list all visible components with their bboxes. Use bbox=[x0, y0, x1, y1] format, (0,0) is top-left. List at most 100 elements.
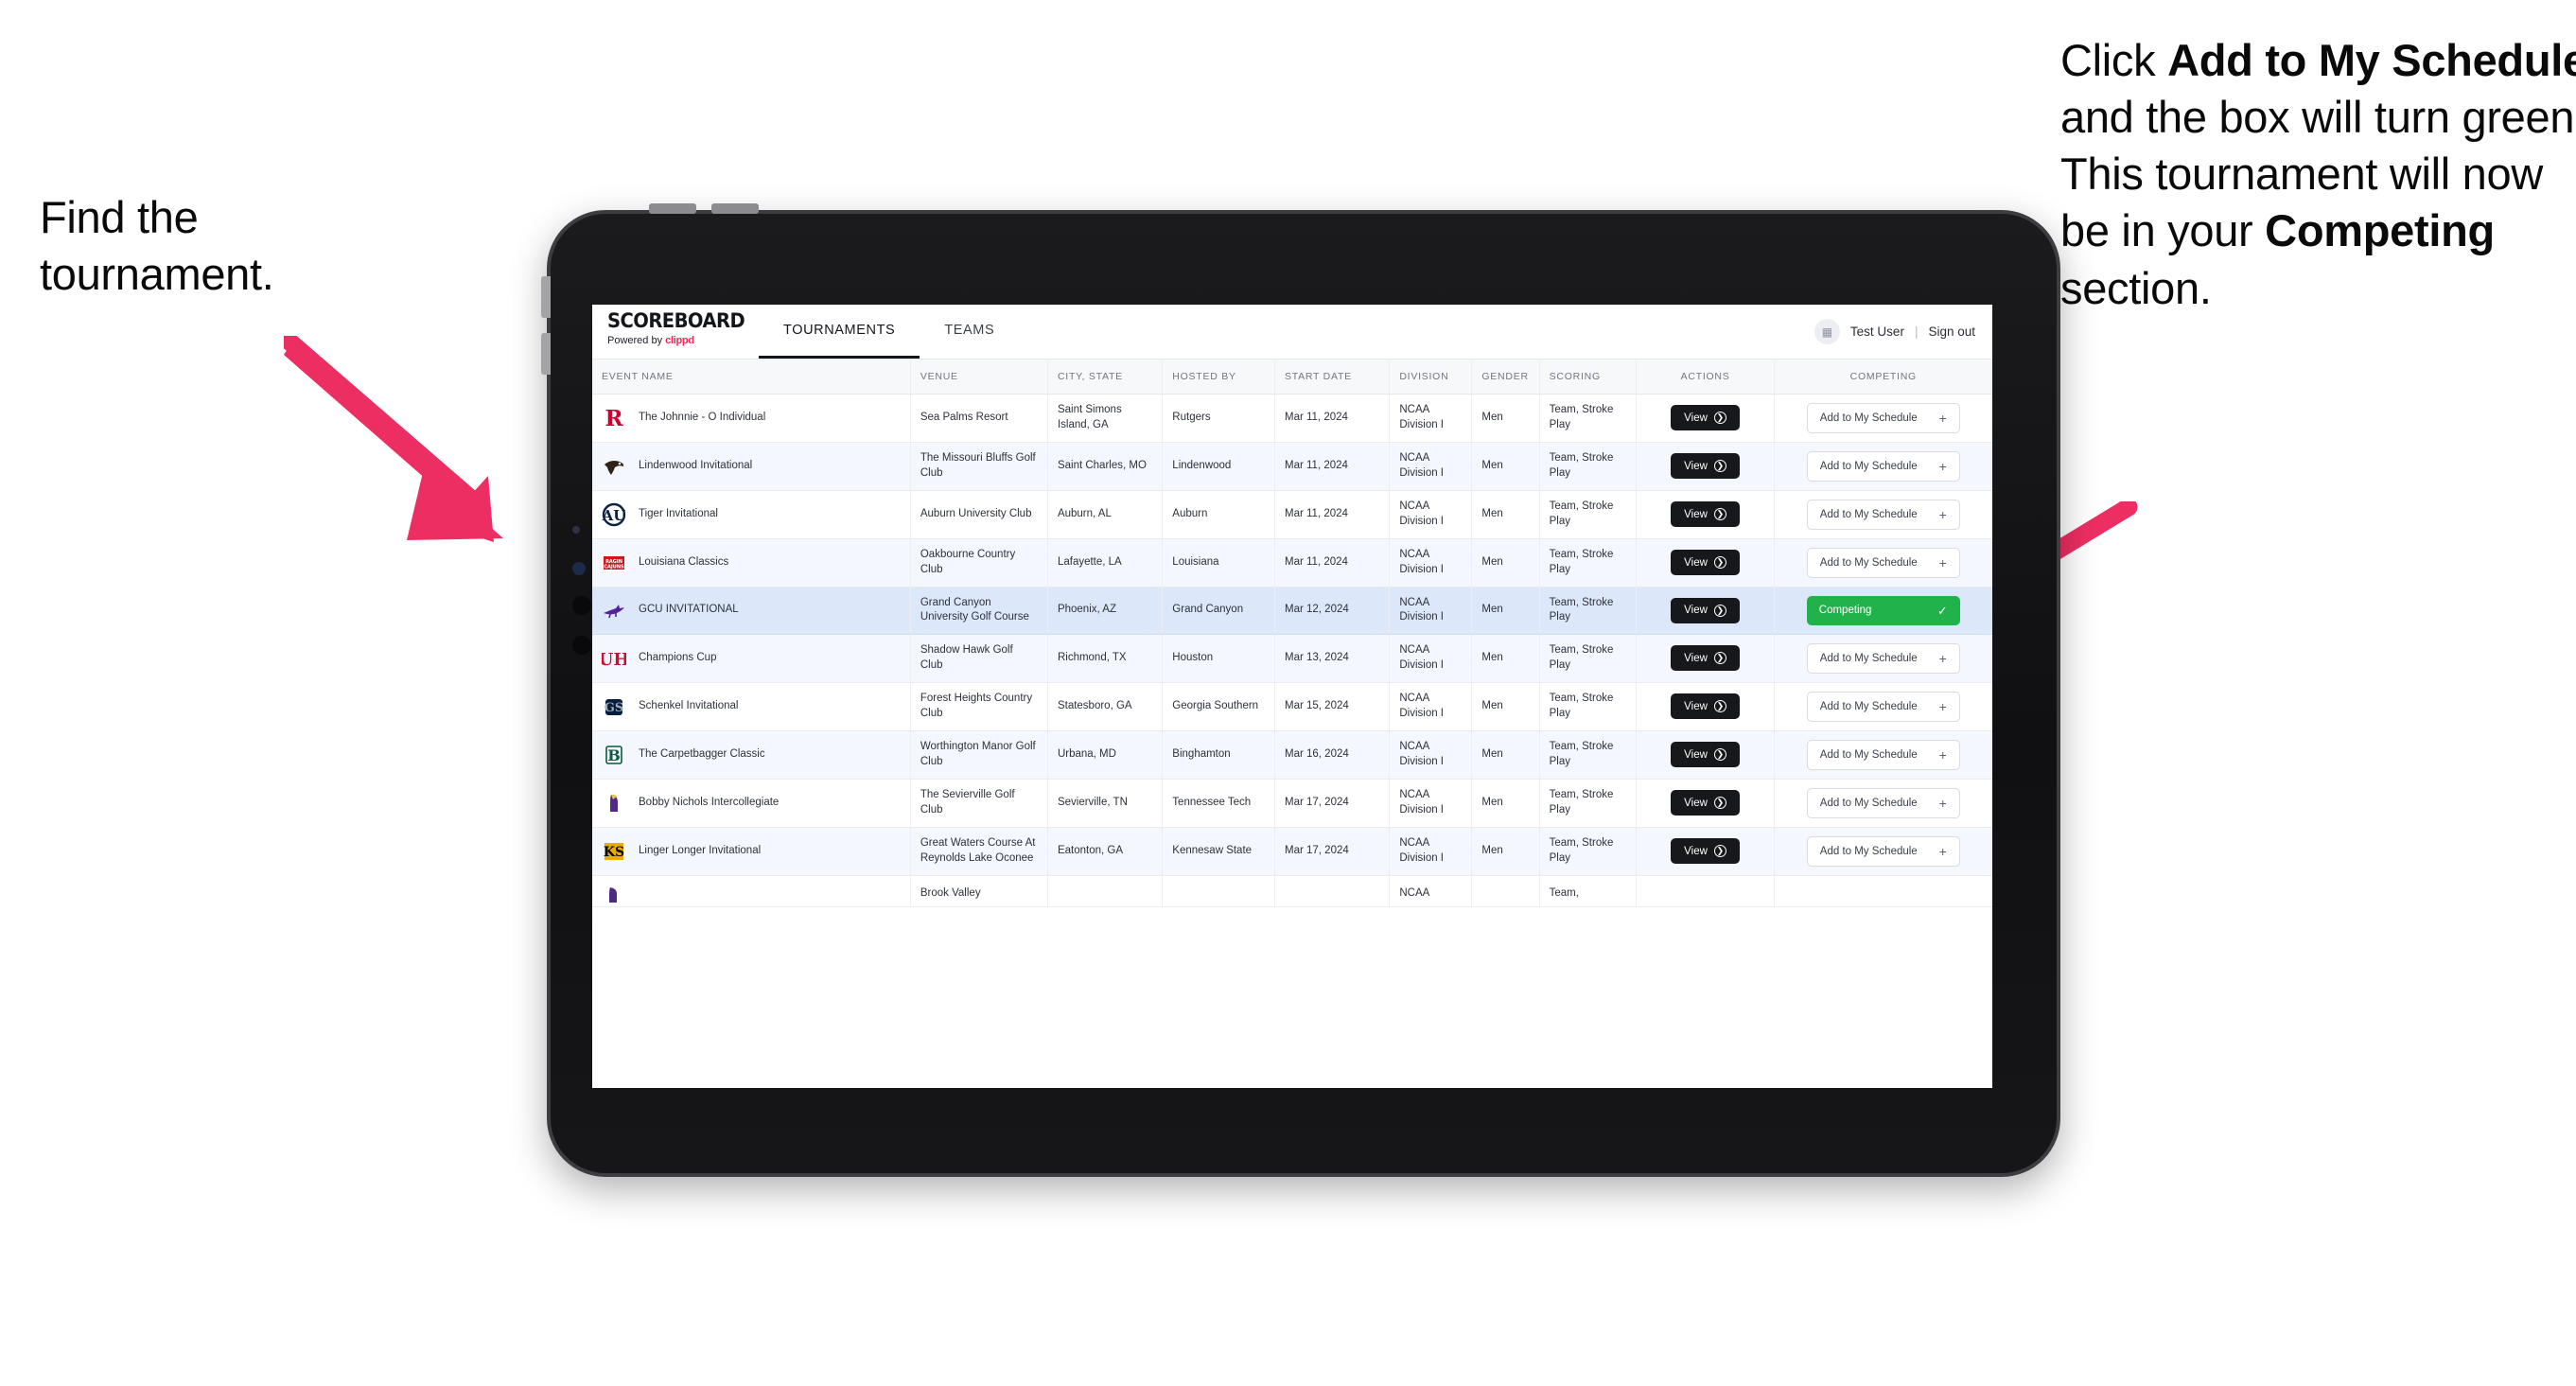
cell-gender: Men bbox=[1471, 779, 1540, 828]
cell-hosted-by: Lindenwood bbox=[1162, 442, 1275, 491]
cell-competing: Add to My Schedule + bbox=[1774, 779, 1992, 828]
add-to-my-schedule-button[interactable]: Add to My Schedule + bbox=[1806, 547, 1960, 578]
cell-gender: Men bbox=[1471, 682, 1540, 731]
username-label: Test User bbox=[1849, 325, 1904, 339]
view-button[interactable]: View ❯ bbox=[1671, 790, 1740, 816]
sign-out-link[interactable]: Sign out bbox=[1928, 325, 1975, 339]
column-header-venue[interactable]: VENUE bbox=[910, 360, 1048, 395]
tablet-sensor-2 bbox=[572, 596, 591, 615]
binghamton-logo: B bbox=[602, 743, 626, 767]
tab-tournaments[interactable]: TOURNAMENTS bbox=[759, 305, 920, 359]
column-header-division[interactable]: DIVISION bbox=[1389, 360, 1473, 395]
add-to-my-schedule-button[interactable]: Add to My Schedule + bbox=[1806, 835, 1960, 867]
tablet-volume-down-button bbox=[541, 333, 551, 375]
cell-start-date: Mar 11, 2024 bbox=[1274, 490, 1391, 539]
cell-competing: Add to My Schedule + bbox=[1774, 394, 1992, 443]
rutgers-logo: R bbox=[602, 406, 626, 430]
table-row[interactable]: GS Schenkel Invitational Forest Heights Co… bbox=[592, 682, 1992, 731]
column-header-scoring[interactable]: SCORING bbox=[1539, 360, 1638, 395]
view-button[interactable]: View ❯ bbox=[1671, 453, 1740, 479]
cell-scoring: Team, Stroke Play bbox=[1539, 730, 1638, 780]
add-to-my-schedule-button[interactable]: Add to My Schedule + bbox=[1806, 787, 1960, 818]
cell-gender: Men bbox=[1471, 827, 1540, 876]
add-to-my-schedule-button[interactable]: Add to My Schedule + bbox=[1806, 642, 1960, 674]
clippd-wordmark: clippd bbox=[665, 335, 694, 346]
table-row[interactable]: Bobby Nichols Intercollegiate The Sevierv… bbox=[592, 779, 1992, 828]
view-button[interactable]: View ❯ bbox=[1671, 742, 1740, 767]
cell-city-state: Auburn, AL bbox=[1047, 490, 1164, 539]
column-header-event-name[interactable]: EVENT NAME bbox=[592, 360, 911, 395]
cell-division: NCAA Division I bbox=[1389, 779, 1473, 828]
svg-text:R: R bbox=[605, 406, 623, 430]
column-header-competing[interactable]: COMPETING bbox=[1774, 360, 1992, 395]
column-header-city-state[interactable]: CITY, STATE bbox=[1047, 360, 1164, 395]
view-button[interactable]: View ❯ bbox=[1671, 405, 1740, 430]
add-to-my-schedule-label: Add to My Schedule bbox=[1819, 845, 1918, 857]
view-button[interactable]: View ❯ bbox=[1671, 550, 1740, 575]
table-row[interactable]: R The Johnnie - O Individual Sea Palms Res… bbox=[592, 394, 1992, 443]
table-row[interactable]: GCU INVITATIONAL Grand Canyon University … bbox=[592, 587, 1992, 635]
ragin-cajuns-logo: RAGIN CAJUNS bbox=[602, 551, 626, 575]
plus-icon: + bbox=[1938, 843, 1947, 859]
view-button[interactable]: View ❯ bbox=[1671, 501, 1740, 527]
cell-division: NCAA Division I bbox=[1389, 682, 1473, 731]
cell-actions: View ❯ bbox=[1636, 634, 1775, 683]
check-icon: ✓ bbox=[1936, 603, 1948, 618]
auburn-logo: AU bbox=[602, 502, 626, 527]
cell-actions bbox=[1636, 875, 1775, 907]
arrow-right-circle-icon: ❯ bbox=[1713, 508, 1726, 520]
cell-event-name: KS Linger Longer Invitational bbox=[592, 827, 911, 876]
cell-scoring: Team, Stroke Play bbox=[1539, 587, 1638, 635]
add-to-my-schedule-label: Add to My Schedule bbox=[1819, 700, 1918, 712]
column-header-actions[interactable]: ACTIONS bbox=[1636, 360, 1775, 395]
cell-hosted-by: Auburn bbox=[1162, 490, 1275, 539]
competing-button[interactable]: Competing ✓ bbox=[1806, 595, 1960, 625]
annotation-right-seg3: section. bbox=[2060, 262, 2212, 313]
lindenwood-logo bbox=[602, 454, 626, 479]
column-header-start-date[interactable]: START DATE bbox=[1274, 360, 1391, 395]
cell-start-date: Mar 11, 2024 bbox=[1274, 538, 1391, 588]
column-header-hosted-by[interactable]: HOSTED BY bbox=[1162, 360, 1275, 395]
add-to-my-schedule-button[interactable]: Add to My Schedule + bbox=[1806, 739, 1960, 770]
add-to-my-schedule-button[interactable]: Add to My Schedule + bbox=[1806, 499, 1960, 530]
view-button[interactable]: View ❯ bbox=[1671, 693, 1740, 719]
cell-competing: Add to My Schedule + bbox=[1774, 682, 1992, 731]
table-row[interactable]: RAGIN CAJUNS Louisiana Classics Oakbourne C… bbox=[592, 538, 1992, 588]
cell-gender bbox=[1471, 875, 1540, 907]
cell-actions: View ❯ bbox=[1636, 442, 1775, 491]
user-avatar-icon[interactable]: ▦ bbox=[1814, 319, 1840, 344]
column-header-gender[interactable]: GENDER bbox=[1471, 360, 1540, 395]
table-row[interactable]: AU Tiger Invitational Auburn University Cl… bbox=[592, 490, 1992, 539]
cell-competing: Add to My Schedule + bbox=[1774, 634, 1992, 683]
view-button[interactable]: View ❯ bbox=[1671, 645, 1740, 671]
cell-start-date bbox=[1274, 875, 1391, 907]
cell-competing: Competing ✓ bbox=[1774, 587, 1992, 635]
add-to-my-schedule-button[interactable]: Add to My Schedule + bbox=[1806, 402, 1960, 433]
plus-icon: + bbox=[1938, 650, 1947, 666]
cell-division: NCAA bbox=[1389, 875, 1473, 907]
table-row[interactable]: KS Linger Longer Invitational Great Waters… bbox=[592, 827, 1992, 876]
cell-gender: Men bbox=[1471, 634, 1540, 683]
tab-teams[interactable]: TEAMS bbox=[920, 305, 1019, 359]
add-to-my-schedule-button[interactable]: Add to My Schedule + bbox=[1806, 691, 1960, 722]
table-row[interactable]: Lindenwood Invitational The Missouri Bluf… bbox=[592, 442, 1992, 491]
table-header-row: EVENT NAME VENUE CITY, STATE HOSTED BY S… bbox=[592, 360, 1992, 395]
add-to-my-schedule-button[interactable]: Add to My Schedule + bbox=[1806, 450, 1960, 482]
cell-venue: Great Waters Course At Reynolds Lake Oco… bbox=[910, 827, 1048, 876]
cell-competing: Add to My Schedule + bbox=[1774, 730, 1992, 780]
table-row-partial[interactable]: Brook Valley NCAA Team, bbox=[592, 875, 1992, 907]
cell-division: NCAA Division I bbox=[1389, 442, 1473, 491]
view-button-label: View bbox=[1684, 797, 1708, 809]
cell-gender: Men bbox=[1471, 538, 1540, 588]
add-to-my-schedule-label: Add to My Schedule bbox=[1819, 556, 1918, 569]
cell-start-date: Mar 16, 2024 bbox=[1274, 730, 1391, 780]
view-button[interactable]: View ❯ bbox=[1671, 597, 1740, 623]
table-row[interactable]: B The Carpetbagger Classic Worthington Man… bbox=[592, 730, 1992, 780]
view-button[interactable]: View ❯ bbox=[1671, 838, 1740, 864]
cell-venue: The Sevierville Golf Club bbox=[910, 779, 1048, 828]
arrow-right-circle-icon: ❯ bbox=[1713, 604, 1726, 617]
event-name-label: The Carpetbagger Classic bbox=[639, 747, 765, 760]
cell-division: NCAA Division I bbox=[1389, 587, 1473, 635]
grand-canyon-lopes-logo bbox=[602, 598, 626, 623]
table-row[interactable]: UH Champions Cup Shadow Hawk Golf Club Rich… bbox=[592, 634, 1992, 683]
